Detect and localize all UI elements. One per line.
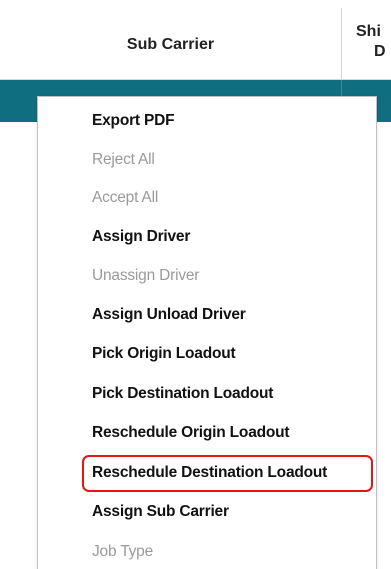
menu-item-assign-sub-carrier[interactable]: Assign Sub Carrier bbox=[92, 497, 229, 527]
menu-item-reject-all: Reject All bbox=[92, 151, 155, 168]
column-header-ship-date-line1: Shi bbox=[356, 23, 381, 40]
menu-item-unassign-driver: Unassign Driver bbox=[92, 267, 200, 284]
table-header: Sub Carrier Shi D bbox=[0, 0, 391, 80]
column-header-sub-carrier[interactable]: Sub Carrier bbox=[0, 8, 341, 80]
menu-item-reschedule-origin-loadout[interactable]: Reschedule Origin Loadout bbox=[92, 418, 290, 448]
column-header-sub-carrier-label: Sub Carrier bbox=[126, 36, 215, 53]
column-header-ship-date[interactable]: Shi D bbox=[341, 8, 391, 80]
page: Sub Carrier Shi D Export PDF Reject All … bbox=[0, 0, 391, 569]
menu-item-pick-destination-loadout[interactable]: Pick Destination Loadout bbox=[92, 379, 273, 409]
column-header-ship-date-line2: D bbox=[374, 43, 386, 60]
menu-item-job-type: Job Type bbox=[92, 543, 154, 560]
menu-item-export-pdf[interactable]: Export PDF bbox=[92, 106, 175, 136]
menu-item-assign-unload-driver[interactable]: Assign Unload Driver bbox=[92, 300, 246, 330]
context-menu: Export PDF Reject All Accept All Assign … bbox=[37, 96, 377, 569]
menu-item-reschedule-destination-loadout[interactable]: Reschedule Destination Loadout bbox=[92, 458, 327, 488]
menu-item-assign-driver[interactable]: Assign Driver bbox=[92, 222, 190, 252]
menu-item-pick-origin-loadout[interactable]: Pick Origin Loadout bbox=[92, 339, 236, 369]
menu-item-accept-all: Accept All bbox=[92, 189, 159, 206]
